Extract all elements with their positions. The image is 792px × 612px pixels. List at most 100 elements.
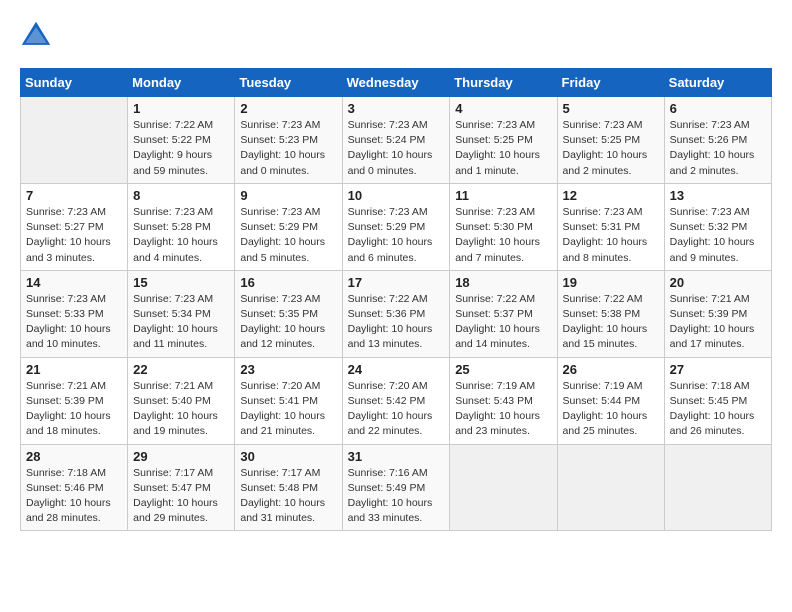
day-detail: Sunrise: 7:17 AMSunset: 5:48 PMDaylight:…	[240, 467, 325, 525]
day-detail: Sunrise: 7:18 AMSunset: 5:46 PMDaylight:…	[26, 467, 111, 525]
calendar-table: SundayMondayTuesdayWednesdayThursdayFrid…	[20, 68, 772, 531]
day-number: 29	[133, 449, 229, 464]
calendar-cell: 5 Sunrise: 7:23 AMSunset: 5:25 PMDayligh…	[557, 97, 664, 184]
calendar-cell: 9 Sunrise: 7:23 AMSunset: 5:29 PMDayligh…	[235, 183, 342, 270]
day-detail: Sunrise: 7:22 AMSunset: 5:36 PMDaylight:…	[348, 293, 433, 351]
calendar-week-row: 14 Sunrise: 7:23 AMSunset: 5:33 PMDaylig…	[21, 270, 772, 357]
calendar-week-row: 21 Sunrise: 7:21 AMSunset: 5:39 PMDaylig…	[21, 357, 772, 444]
calendar-cell: 20 Sunrise: 7:21 AMSunset: 5:39 PMDaylig…	[664, 270, 771, 357]
weekday-header-wednesday: Wednesday	[342, 69, 450, 97]
calendar-cell: 10 Sunrise: 7:23 AMSunset: 5:29 PMDaylig…	[342, 183, 450, 270]
calendar-cell: 24 Sunrise: 7:20 AMSunset: 5:42 PMDaylig…	[342, 357, 450, 444]
day-detail: Sunrise: 7:23 AMSunset: 5:34 PMDaylight:…	[133, 293, 218, 351]
calendar-cell: 1 Sunrise: 7:22 AMSunset: 5:22 PMDayligh…	[128, 97, 235, 184]
day-detail: Sunrise: 7:23 AMSunset: 5:29 PMDaylight:…	[240, 206, 325, 264]
day-detail: Sunrise: 7:16 AMSunset: 5:49 PMDaylight:…	[348, 467, 433, 525]
day-number: 30	[240, 449, 336, 464]
calendar-cell: 17 Sunrise: 7:22 AMSunset: 5:36 PMDaylig…	[342, 270, 450, 357]
day-detail: Sunrise: 7:23 AMSunset: 5:28 PMDaylight:…	[133, 206, 218, 264]
day-number: 13	[670, 188, 766, 203]
day-detail: Sunrise: 7:23 AMSunset: 5:31 PMDaylight:…	[563, 206, 648, 264]
day-detail: Sunrise: 7:20 AMSunset: 5:42 PMDaylight:…	[348, 380, 433, 438]
day-detail: Sunrise: 7:23 AMSunset: 5:27 PMDaylight:…	[26, 206, 111, 264]
day-detail: Sunrise: 7:23 AMSunset: 5:25 PMDaylight:…	[563, 119, 648, 177]
calendar-cell: 2 Sunrise: 7:23 AMSunset: 5:23 PMDayligh…	[235, 97, 342, 184]
calendar-week-row: 7 Sunrise: 7:23 AMSunset: 5:27 PMDayligh…	[21, 183, 772, 270]
weekday-header-saturday: Saturday	[664, 69, 771, 97]
day-number: 9	[240, 188, 336, 203]
calendar-cell: 25 Sunrise: 7:19 AMSunset: 5:43 PMDaylig…	[450, 357, 557, 444]
day-detail: Sunrise: 7:21 AMSunset: 5:39 PMDaylight:…	[26, 380, 111, 438]
weekday-header-thursday: Thursday	[450, 69, 557, 97]
day-number: 28	[26, 449, 122, 464]
calendar-cell: 27 Sunrise: 7:18 AMSunset: 5:45 PMDaylig…	[664, 357, 771, 444]
calendar-cell: 23 Sunrise: 7:20 AMSunset: 5:41 PMDaylig…	[235, 357, 342, 444]
calendar-cell	[21, 97, 128, 184]
day-number: 17	[348, 275, 445, 290]
day-detail: Sunrise: 7:22 AMSunset: 5:38 PMDaylight:…	[563, 293, 648, 351]
day-number: 24	[348, 362, 445, 377]
weekday-header-monday: Monday	[128, 69, 235, 97]
calendar-cell: 4 Sunrise: 7:23 AMSunset: 5:25 PMDayligh…	[450, 97, 557, 184]
calendar-cell: 30 Sunrise: 7:17 AMSunset: 5:48 PMDaylig…	[235, 444, 342, 531]
day-number: 10	[348, 188, 445, 203]
weekday-header-friday: Friday	[557, 69, 664, 97]
calendar-cell: 28 Sunrise: 7:18 AMSunset: 5:46 PMDaylig…	[21, 444, 128, 531]
calendar-cell: 11 Sunrise: 7:23 AMSunset: 5:30 PMDaylig…	[450, 183, 557, 270]
day-number: 19	[563, 275, 659, 290]
calendar-week-row: 28 Sunrise: 7:18 AMSunset: 5:46 PMDaylig…	[21, 444, 772, 531]
day-number: 27	[670, 362, 766, 377]
weekday-header-row: SundayMondayTuesdayWednesdayThursdayFrid…	[21, 69, 772, 97]
day-detail: Sunrise: 7:23 AMSunset: 5:25 PMDaylight:…	[455, 119, 540, 177]
day-detail: Sunrise: 7:17 AMSunset: 5:47 PMDaylight:…	[133, 467, 218, 525]
day-number: 31	[348, 449, 445, 464]
calendar-cell: 29 Sunrise: 7:17 AMSunset: 5:47 PMDaylig…	[128, 444, 235, 531]
day-number: 4	[455, 101, 551, 116]
day-number: 12	[563, 188, 659, 203]
calendar-cell	[557, 444, 664, 531]
day-detail: Sunrise: 7:22 AMSunset: 5:22 PMDaylight:…	[133, 119, 213, 177]
day-number: 23	[240, 362, 336, 377]
day-number: 8	[133, 188, 229, 203]
day-number: 6	[670, 101, 766, 116]
day-number: 22	[133, 362, 229, 377]
day-detail: Sunrise: 7:23 AMSunset: 5:30 PMDaylight:…	[455, 206, 540, 264]
day-detail: Sunrise: 7:21 AMSunset: 5:39 PMDaylight:…	[670, 293, 755, 351]
calendar-cell: 12 Sunrise: 7:23 AMSunset: 5:31 PMDaylig…	[557, 183, 664, 270]
calendar-cell: 8 Sunrise: 7:23 AMSunset: 5:28 PMDayligh…	[128, 183, 235, 270]
calendar-cell: 14 Sunrise: 7:23 AMSunset: 5:33 PMDaylig…	[21, 270, 128, 357]
day-number: 7	[26, 188, 122, 203]
day-detail: Sunrise: 7:23 AMSunset: 5:32 PMDaylight:…	[670, 206, 755, 264]
day-number: 25	[455, 362, 551, 377]
calendar-cell: 15 Sunrise: 7:23 AMSunset: 5:34 PMDaylig…	[128, 270, 235, 357]
day-detail: Sunrise: 7:23 AMSunset: 5:26 PMDaylight:…	[670, 119, 755, 177]
day-detail: Sunrise: 7:18 AMSunset: 5:45 PMDaylight:…	[670, 380, 755, 438]
day-number: 26	[563, 362, 659, 377]
day-detail: Sunrise: 7:22 AMSunset: 5:37 PMDaylight:…	[455, 293, 540, 351]
calendar-cell: 21 Sunrise: 7:21 AMSunset: 5:39 PMDaylig…	[21, 357, 128, 444]
generalblue-logo-icon	[20, 20, 52, 52]
calendar-cell	[450, 444, 557, 531]
day-number: 11	[455, 188, 551, 203]
day-number: 16	[240, 275, 336, 290]
calendar-cell: 6 Sunrise: 7:23 AMSunset: 5:26 PMDayligh…	[664, 97, 771, 184]
calendar-cell: 19 Sunrise: 7:22 AMSunset: 5:38 PMDaylig…	[557, 270, 664, 357]
calendar-cell: 3 Sunrise: 7:23 AMSunset: 5:24 PMDayligh…	[342, 97, 450, 184]
day-number: 21	[26, 362, 122, 377]
day-detail: Sunrise: 7:23 AMSunset: 5:33 PMDaylight:…	[26, 293, 111, 351]
day-detail: Sunrise: 7:19 AMSunset: 5:44 PMDaylight:…	[563, 380, 648, 438]
calendar-cell: 16 Sunrise: 7:23 AMSunset: 5:35 PMDaylig…	[235, 270, 342, 357]
day-detail: Sunrise: 7:21 AMSunset: 5:40 PMDaylight:…	[133, 380, 218, 438]
day-detail: Sunrise: 7:23 AMSunset: 5:24 PMDaylight:…	[348, 119, 433, 177]
day-number: 14	[26, 275, 122, 290]
weekday-header-tuesday: Tuesday	[235, 69, 342, 97]
calendar-cell: 18 Sunrise: 7:22 AMSunset: 5:37 PMDaylig…	[450, 270, 557, 357]
day-number: 1	[133, 101, 229, 116]
weekday-header-sunday: Sunday	[21, 69, 128, 97]
calendar-cell: 7 Sunrise: 7:23 AMSunset: 5:27 PMDayligh…	[21, 183, 128, 270]
day-detail: Sunrise: 7:23 AMSunset: 5:35 PMDaylight:…	[240, 293, 325, 351]
logo	[20, 20, 56, 52]
calendar-cell: 22 Sunrise: 7:21 AMSunset: 5:40 PMDaylig…	[128, 357, 235, 444]
day-number: 18	[455, 275, 551, 290]
day-detail: Sunrise: 7:20 AMSunset: 5:41 PMDaylight:…	[240, 380, 325, 438]
